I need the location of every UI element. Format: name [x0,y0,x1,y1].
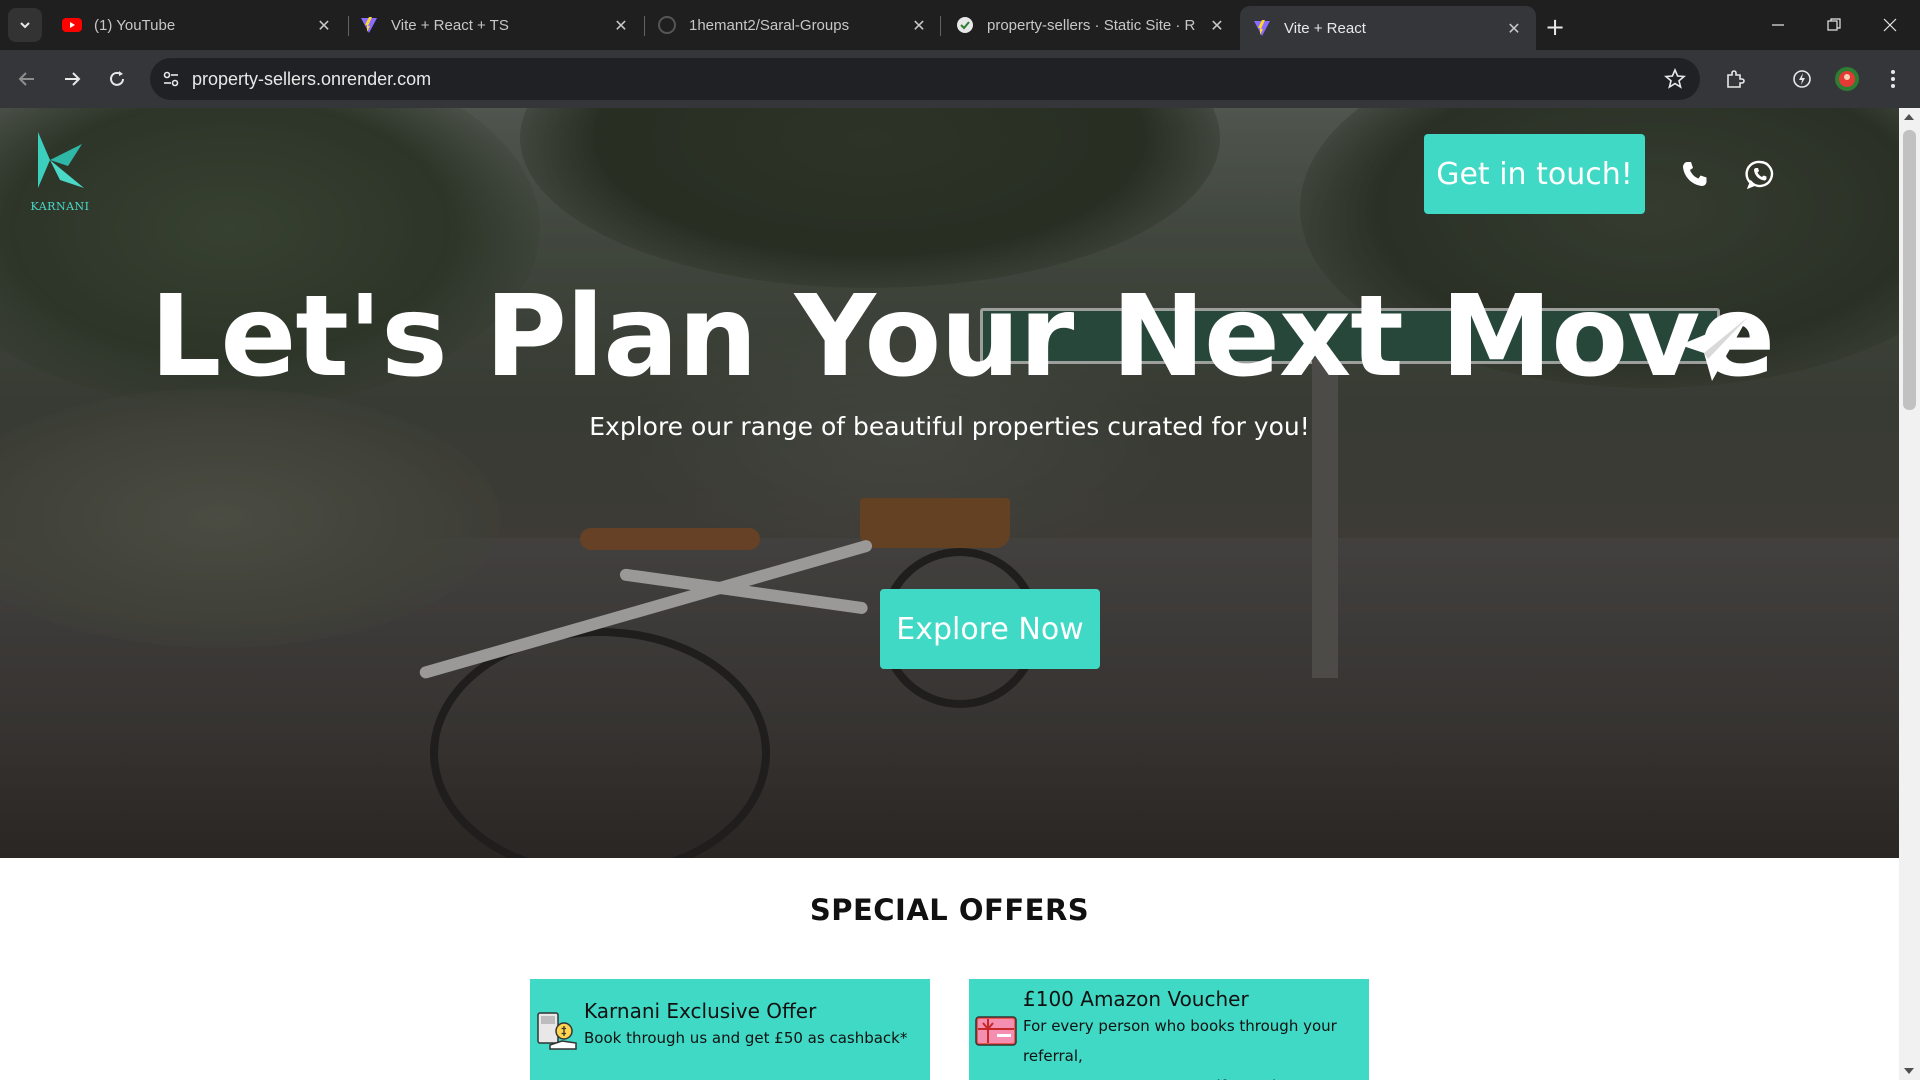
close-icon[interactable]: ✕ [314,15,334,35]
special-offers-heading: SPECIAL OFFERS [809,893,1090,927]
puzzle-icon [1727,70,1745,88]
avatar-icon [1835,67,1859,91]
tab-title: (1) YouTube [94,16,176,34]
back-button[interactable] [10,62,44,96]
browser-menu-button[interactable] [1876,62,1910,96]
page-viewport: KARNANI Get in touch! Let's Plan Your Ne… [0,108,1920,1080]
restore-icon [1827,18,1841,31]
offer-card-amazon-voucher[interactable]: £100 Amazon Voucher For every person who… [969,979,1369,1080]
tab-strip: (1) YouTube ✕ Vite + React + TS ✕ 1heman… [0,0,1920,50]
karnani-logo[interactable] [28,130,92,200]
close-window-button[interactable] [1862,0,1918,50]
reload-button[interactable] [100,62,134,96]
close-icon[interactable]: ✕ [1207,15,1227,35]
scroll-down-arrow-icon[interactable] [1904,1068,1914,1074]
gift-card-icon [975,1016,1017,1046]
tab-title: property-sellers · Static Site · R [987,16,1196,34]
site-settings-icon[interactable] [150,58,192,100]
offer-title: £100 Amazon Voucher [1023,987,1249,1011]
scrollbar-thumb[interactable] [1903,130,1916,410]
browser-toolbar: property-sellers.onrender.com [0,50,1920,108]
scroll-up-arrow-icon[interactable] [1904,114,1914,120]
get-in-touch-button[interactable]: Get in touch! [1424,134,1645,214]
tab-youtube[interactable]: (1) YouTube ✕ [50,6,346,44]
close-icon [1883,18,1897,32]
bookmark-star-icon[interactable] [1662,66,1688,92]
tab-vite-react-ts[interactable]: Vite + React + TS ✕ [347,6,643,44]
hero-dark-overlay [0,108,1899,858]
tab-render[interactable]: property-sellers · Static Site · R ✕ [943,6,1239,44]
paper-plane-icon [1680,317,1748,381]
render-icon [955,15,975,35]
hero-headline: Let's Plan Your Next Move [150,272,1775,402]
cashback-icon [537,1012,577,1050]
hero-subheadline: Explore our range of beautiful propertie… [589,412,1310,441]
close-icon[interactable]: ✕ [909,15,929,35]
tab-vite-react[interactable]: Vite + React ✕ [1240,6,1536,50]
extensions-button[interactable] [1718,62,1752,96]
github-icon [657,15,677,35]
reload-icon [110,71,124,86]
tab-separator [940,16,941,36]
phone-icon[interactable] [1675,154,1715,194]
hero-section: KARNANI Get in touch! Let's Plan Your Ne… [0,108,1899,858]
profile-avatar[interactable] [1830,62,1864,96]
close-icon[interactable]: ✕ [611,15,631,35]
speed-icon [1793,70,1811,88]
offer-description: you get a £100 Amazon gift voucher* [1023,1071,1369,1080]
forward-button[interactable] [55,62,89,96]
offer-description: Book through us and get £50 as cashback* [584,1029,908,1047]
address-bar[interactable]: property-sellers.onrender.com [150,58,1700,100]
minimize-button[interactable] [1750,0,1806,50]
new-tab-button[interactable]: + [1540,12,1570,42]
restore-button[interactable] [1806,0,1862,50]
whatsapp-icon[interactable] [1740,154,1780,194]
arrow-right-icon [65,72,81,86]
kebab-menu-icon [1891,70,1895,88]
vite-icon [359,15,379,35]
arrow-left-icon [18,72,34,86]
tab-github[interactable]: 1hemant2/Saral-Groups ✕ [645,6,941,44]
performance-button[interactable] [1785,62,1819,96]
minimize-icon [1772,24,1784,26]
close-icon[interactable]: ✕ [1504,18,1524,38]
offer-description: For every person who books through your … [1023,1017,1337,1065]
offer-title: Karnani Exclusive Offer [584,999,817,1023]
url-text: property-sellers.onrender.com [192,68,432,89]
explore-now-button[interactable]: Explore Now [880,589,1100,669]
vite-icon [1252,18,1272,38]
tab-title: Vite + React + TS [391,16,509,34]
tab-search-button[interactable] [8,8,42,42]
offer-card-karnani[interactable]: Karnani Exclusive Offer Book through us … [530,979,930,1080]
youtube-icon [62,15,82,35]
tab-title: Vite + React [1284,19,1366,37]
page-scrollbar[interactable] [1899,108,1920,1080]
tab-title: 1hemant2/Saral-Groups [689,16,850,34]
chevron-down-icon [20,22,30,29]
logo-wordmark: KARNANI [30,200,90,213]
